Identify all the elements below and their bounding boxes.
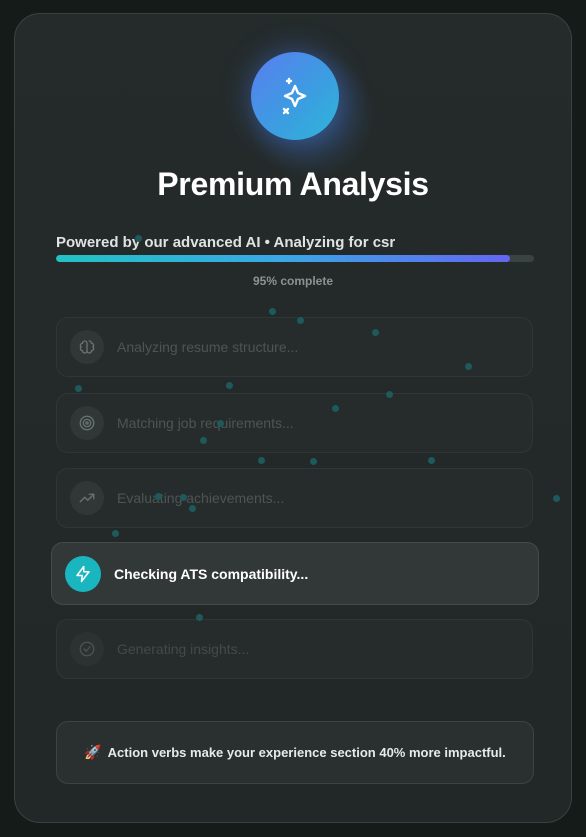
particle [196, 614, 203, 621]
trending-up-icon [70, 481, 104, 515]
tip-text: Action verbs make your experience sectio… [107, 745, 506, 760]
particle [75, 385, 82, 392]
particle [428, 457, 435, 464]
sparkle-icon [251, 52, 339, 140]
particle [258, 457, 265, 464]
progress-fill [56, 255, 511, 262]
step-label: Evaluating achievements... [117, 490, 285, 506]
check-circle-icon [70, 632, 104, 666]
lightning-icon [65, 555, 101, 592]
page-title: Premium Analysis [157, 166, 429, 202]
particle [200, 437, 207, 444]
brain-icon [70, 330, 104, 364]
page-subtitle: Powered by our advanced AI • Analyzing f… [56, 234, 396, 251]
target-icon [70, 406, 104, 440]
step-label: Analyzing resume structure... [117, 339, 299, 355]
particle [465, 363, 472, 370]
step-checking-ats: Checking ATS compatibility... [51, 542, 539, 605]
particle [135, 235, 142, 242]
analysis-card: Premium Analysis Powered by our advanced… [14, 13, 572, 823]
particle [155, 493, 162, 500]
progress-label: 95% complete [252, 274, 334, 288]
step-label: Checking ATS compatibility... [114, 565, 309, 582]
step-evaluating-achievements: Evaluating achievements... [56, 468, 533, 528]
step-analyzing-resume: Analyzing resume structure... [56, 317, 533, 377]
progress-bar [56, 255, 534, 262]
particle [226, 382, 233, 389]
step-generating-insights: Generating insights... [56, 619, 533, 679]
rocket-icon: 🚀 [84, 744, 102, 760]
particle [386, 391, 393, 398]
step-label: Generating insights... [117, 641, 250, 657]
particle [332, 405, 339, 412]
particle [310, 458, 317, 465]
particle [180, 494, 187, 501]
particle [112, 530, 119, 537]
particle [297, 317, 304, 324]
particle [553, 495, 560, 502]
particle [269, 308, 276, 315]
step-label: Matching job requirements... [117, 415, 294, 431]
particle [372, 329, 379, 336]
particle [217, 420, 224, 427]
tip-box: 🚀 Action verbs make your experience sect… [56, 721, 534, 784]
step-matching-job: Matching job requirements... [56, 393, 533, 453]
particle [189, 505, 196, 512]
